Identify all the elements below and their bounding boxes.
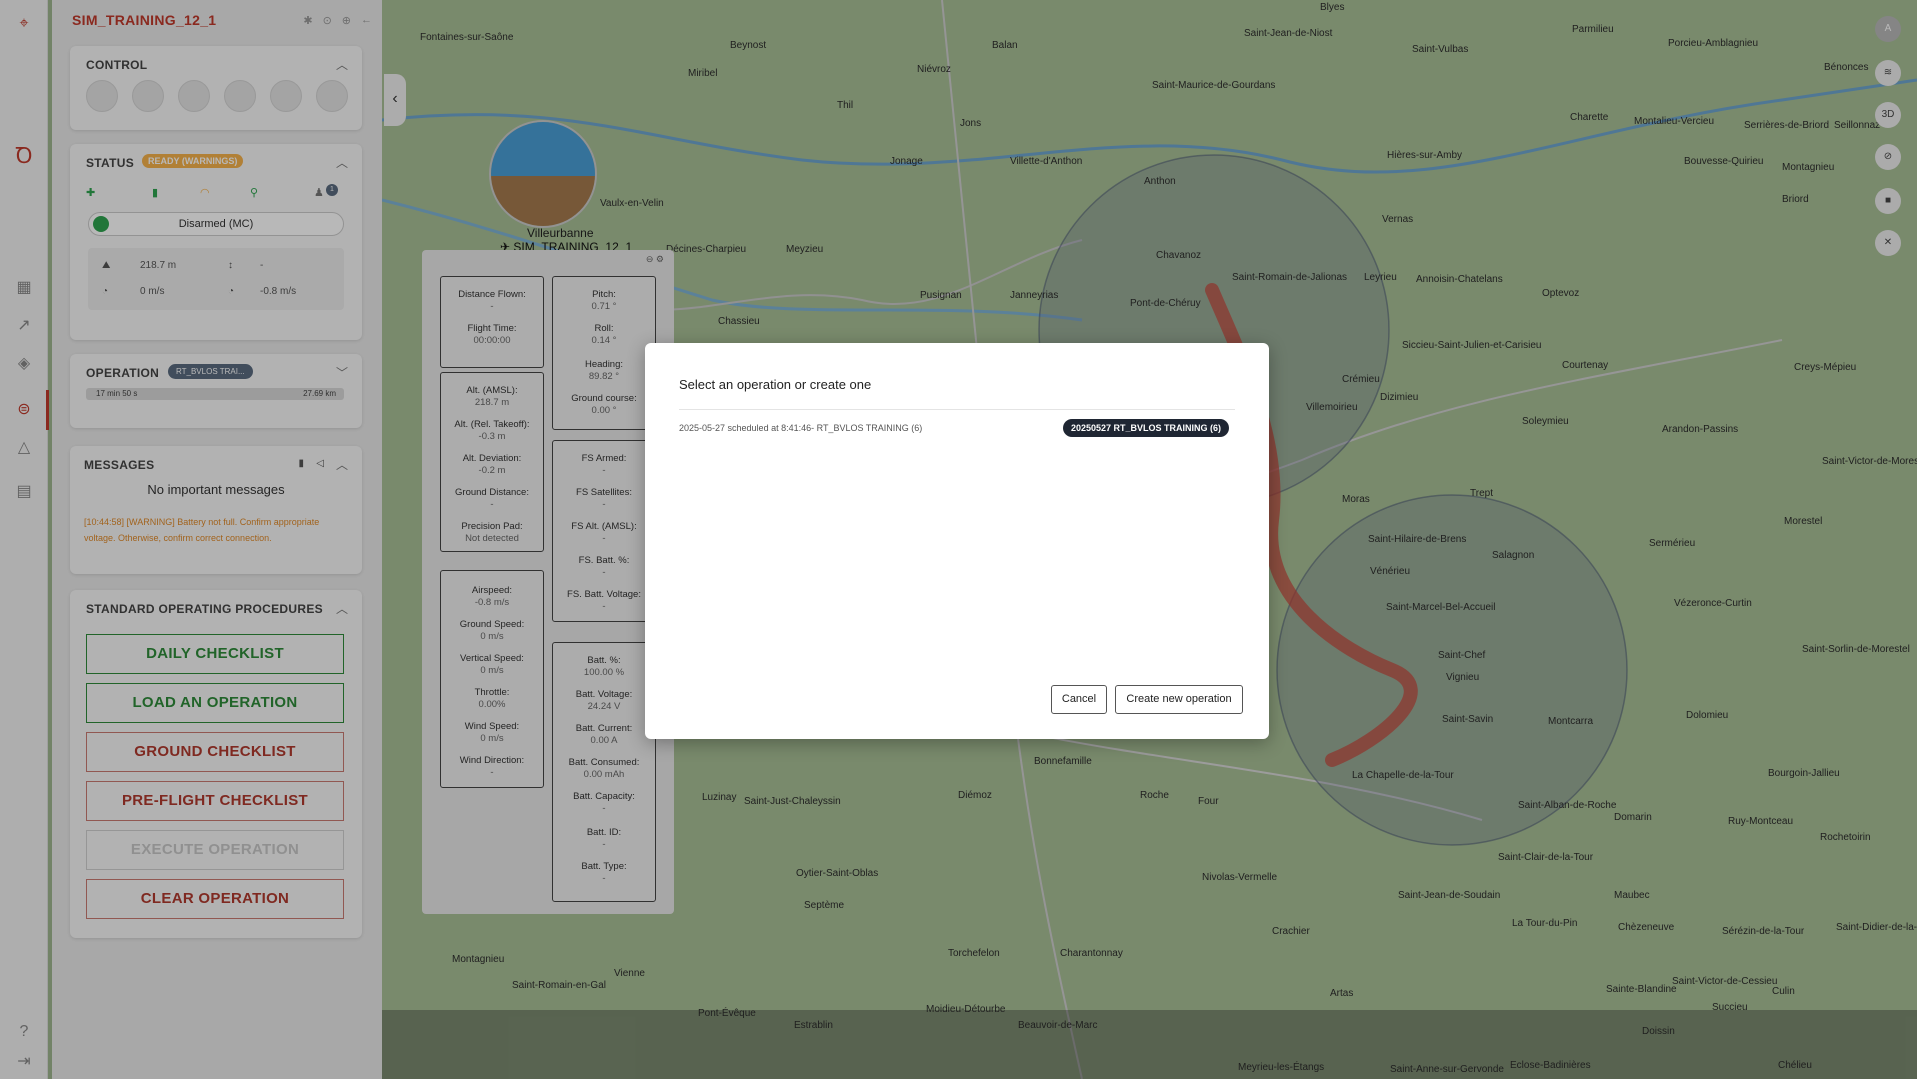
operation-select-dialog: Select an operation or create one 2025-0… (645, 343, 1269, 739)
operation-tag[interactable]: 20250527 RT_BVLOS TRAINING (6) (1062, 419, 1229, 437)
cancel-button[interactable]: Cancel (1051, 685, 1107, 714)
operation-row[interactable]: 2025-05-27 scheduled at 8:41:46- RT_BVLO… (679, 419, 1235, 439)
operation-description: 2025-05-27 scheduled at 8:41:46- RT_BVLO… (679, 423, 923, 433)
dialog-divider (679, 409, 1235, 410)
create-operation-button[interactable]: Create new operation (1115, 685, 1243, 714)
dialog-title: Select an operation or create one (679, 377, 872, 392)
